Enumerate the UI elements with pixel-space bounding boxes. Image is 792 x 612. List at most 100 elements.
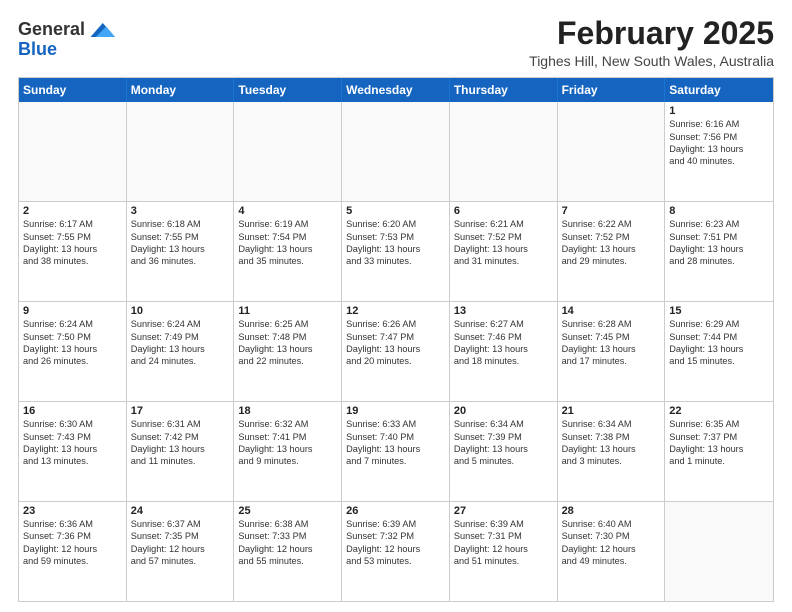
day-number-r2-c2: 11 (238, 305, 337, 317)
cell-text-r2-c0: Sunrise: 6:24 AM Sunset: 7:50 PM Dayligh… (23, 318, 122, 368)
cal-cell-r4-c3: 26Sunrise: 6:39 AM Sunset: 7:32 PM Dayli… (342, 502, 450, 601)
weekday-tuesday: Tuesday (234, 78, 342, 102)
cell-text-r1-c1: Sunrise: 6:18 AM Sunset: 7:55 PM Dayligh… (131, 218, 230, 268)
cal-row-1: 2Sunrise: 6:17 AM Sunset: 7:55 PM Daylig… (19, 201, 773, 301)
cell-text-r1-c2: Sunrise: 6:19 AM Sunset: 7:54 PM Dayligh… (238, 218, 337, 268)
cal-cell-r2-c4: 13Sunrise: 6:27 AM Sunset: 7:46 PM Dayli… (450, 302, 558, 401)
day-number-r3-c3: 19 (346, 405, 445, 417)
logo-icon (87, 16, 115, 44)
calendar-body: 1Sunrise: 6:16 AM Sunset: 7:56 PM Daylig… (19, 102, 773, 601)
day-number-r2-c6: 15 (669, 305, 769, 317)
cell-text-r3-c0: Sunrise: 6:30 AM Sunset: 7:43 PM Dayligh… (23, 418, 122, 468)
cal-cell-r2-c0: 9Sunrise: 6:24 AM Sunset: 7:50 PM Daylig… (19, 302, 127, 401)
day-number-r1-c4: 6 (454, 205, 553, 217)
cell-text-r1-c4: Sunrise: 6:21 AM Sunset: 7:52 PM Dayligh… (454, 218, 553, 268)
cal-row-0: 1Sunrise: 6:16 AM Sunset: 7:56 PM Daylig… (19, 102, 773, 201)
cal-cell-r1-c2: 4Sunrise: 6:19 AM Sunset: 7:54 PM Daylig… (234, 202, 342, 301)
cal-cell-r3-c1: 17Sunrise: 6:31 AM Sunset: 7:42 PM Dayli… (127, 402, 235, 501)
cal-cell-r1-c0: 2Sunrise: 6:17 AM Sunset: 7:55 PM Daylig… (19, 202, 127, 301)
cal-cell-r4-c2: 25Sunrise: 6:38 AM Sunset: 7:33 PM Dayli… (234, 502, 342, 601)
cal-row-4: 23Sunrise: 6:36 AM Sunset: 7:36 PM Dayli… (19, 501, 773, 601)
cal-cell-r4-c1: 24Sunrise: 6:37 AM Sunset: 7:35 PM Dayli… (127, 502, 235, 601)
cell-text-r2-c2: Sunrise: 6:25 AM Sunset: 7:48 PM Dayligh… (238, 318, 337, 368)
cal-row-3: 16Sunrise: 6:30 AM Sunset: 7:43 PM Dayli… (19, 401, 773, 501)
cal-cell-r0-c2 (234, 102, 342, 201)
day-number-r3-c6: 22 (669, 405, 769, 417)
day-number-r4-c1: 24 (131, 505, 230, 517)
cal-cell-r2-c6: 15Sunrise: 6:29 AM Sunset: 7:44 PM Dayli… (665, 302, 773, 401)
day-number-r2-c4: 13 (454, 305, 553, 317)
day-number-r3-c4: 20 (454, 405, 553, 417)
day-number-r4-c2: 25 (238, 505, 337, 517)
day-number-r3-c5: 21 (562, 405, 661, 417)
cell-text-r2-c6: Sunrise: 6:29 AM Sunset: 7:44 PM Dayligh… (669, 318, 769, 368)
day-number-r4-c0: 23 (23, 505, 122, 517)
cell-text-r2-c4: Sunrise: 6:27 AM Sunset: 7:46 PM Dayligh… (454, 318, 553, 368)
day-number-r2-c3: 12 (346, 305, 445, 317)
day-number-r1-c0: 2 (23, 205, 122, 217)
cell-text-r1-c6: Sunrise: 6:23 AM Sunset: 7:51 PM Dayligh… (669, 218, 769, 268)
cell-text-r4-c3: Sunrise: 6:39 AM Sunset: 7:32 PM Dayligh… (346, 518, 445, 568)
cell-text-r3-c5: Sunrise: 6:34 AM Sunset: 7:38 PM Dayligh… (562, 418, 661, 468)
cal-cell-r1-c1: 3Sunrise: 6:18 AM Sunset: 7:55 PM Daylig… (127, 202, 235, 301)
cell-text-r3-c1: Sunrise: 6:31 AM Sunset: 7:42 PM Dayligh… (131, 418, 230, 468)
page: General Blue February 2025 Tighes Hill, … (0, 0, 792, 612)
cell-text-r2-c3: Sunrise: 6:26 AM Sunset: 7:47 PM Dayligh… (346, 318, 445, 368)
cal-cell-r3-c6: 22Sunrise: 6:35 AM Sunset: 7:37 PM Dayli… (665, 402, 773, 501)
cell-text-r4-c2: Sunrise: 6:38 AM Sunset: 7:33 PM Dayligh… (238, 518, 337, 568)
cell-text-r0-c6: Sunrise: 6:16 AM Sunset: 7:56 PM Dayligh… (669, 118, 769, 168)
cal-cell-r3-c3: 19Sunrise: 6:33 AM Sunset: 7:40 PM Dayli… (342, 402, 450, 501)
logo-general-text: General (18, 20, 85, 40)
day-number-r3-c2: 18 (238, 405, 337, 417)
cal-cell-r1-c4: 6Sunrise: 6:21 AM Sunset: 7:52 PM Daylig… (450, 202, 558, 301)
weekday-sunday: Sunday (19, 78, 127, 102)
day-number-r4-c3: 26 (346, 505, 445, 517)
cal-cell-r0-c5 (558, 102, 666, 201)
cal-cell-r4-c5: 28Sunrise: 6:40 AM Sunset: 7:30 PM Dayli… (558, 502, 666, 601)
day-number-r1-c5: 7 (562, 205, 661, 217)
weekday-friday: Friday (558, 78, 666, 102)
cal-cell-r2-c1: 10Sunrise: 6:24 AM Sunset: 7:49 PM Dayli… (127, 302, 235, 401)
cal-cell-r3-c5: 21Sunrise: 6:34 AM Sunset: 7:38 PM Dayli… (558, 402, 666, 501)
day-number-r1-c1: 3 (131, 205, 230, 217)
cal-cell-r0-c0 (19, 102, 127, 201)
cal-cell-r4-c4: 27Sunrise: 6:39 AM Sunset: 7:31 PM Dayli… (450, 502, 558, 601)
cell-text-r3-c6: Sunrise: 6:35 AM Sunset: 7:37 PM Dayligh… (669, 418, 769, 468)
cal-cell-r2-c5: 14Sunrise: 6:28 AM Sunset: 7:45 PM Dayli… (558, 302, 666, 401)
day-number-r4-c5: 28 (562, 505, 661, 517)
cal-cell-r3-c2: 18Sunrise: 6:32 AM Sunset: 7:41 PM Dayli… (234, 402, 342, 501)
day-number-r2-c0: 9 (23, 305, 122, 317)
cal-cell-r3-c4: 20Sunrise: 6:34 AM Sunset: 7:39 PM Dayli… (450, 402, 558, 501)
day-number-r2-c5: 14 (562, 305, 661, 317)
cal-cell-r4-c0: 23Sunrise: 6:36 AM Sunset: 7:36 PM Dayli… (19, 502, 127, 601)
cell-text-r4-c0: Sunrise: 6:36 AM Sunset: 7:36 PM Dayligh… (23, 518, 122, 568)
header: General Blue February 2025 Tighes Hill, … (18, 16, 774, 69)
cal-row-2: 9Sunrise: 6:24 AM Sunset: 7:50 PM Daylig… (19, 301, 773, 401)
calendar-header: Sunday Monday Tuesday Wednesday Thursday… (19, 78, 773, 102)
cell-text-r1-c3: Sunrise: 6:20 AM Sunset: 7:53 PM Dayligh… (346, 218, 445, 268)
cal-cell-r0-c1 (127, 102, 235, 201)
day-number-r1-c6: 8 (669, 205, 769, 217)
day-number-r2-c1: 10 (131, 305, 230, 317)
location: Tighes Hill, New South Wales, Australia (529, 53, 774, 69)
cal-cell-r2-c3: 12Sunrise: 6:26 AM Sunset: 7:47 PM Dayli… (342, 302, 450, 401)
logo-blue-text: Blue (18, 39, 57, 59)
cal-cell-r0-c3 (342, 102, 450, 201)
cal-cell-r0-c6: 1Sunrise: 6:16 AM Sunset: 7:56 PM Daylig… (665, 102, 773, 201)
cal-cell-r3-c0: 16Sunrise: 6:30 AM Sunset: 7:43 PM Dayli… (19, 402, 127, 501)
day-number-r0-c6: 1 (669, 105, 769, 117)
cell-text-r1-c0: Sunrise: 6:17 AM Sunset: 7:55 PM Dayligh… (23, 218, 122, 268)
day-number-r1-c3: 5 (346, 205, 445, 217)
cell-text-r2-c5: Sunrise: 6:28 AM Sunset: 7:45 PM Dayligh… (562, 318, 661, 368)
weekday-monday: Monday (127, 78, 235, 102)
cal-cell-r1-c3: 5Sunrise: 6:20 AM Sunset: 7:53 PM Daylig… (342, 202, 450, 301)
cell-text-r3-c3: Sunrise: 6:33 AM Sunset: 7:40 PM Dayligh… (346, 418, 445, 468)
cell-text-r3-c2: Sunrise: 6:32 AM Sunset: 7:41 PM Dayligh… (238, 418, 337, 468)
day-number-r1-c2: 4 (238, 205, 337, 217)
day-number-r3-c0: 16 (23, 405, 122, 417)
cal-cell-r4-c6 (665, 502, 773, 601)
cal-cell-r1-c5: 7Sunrise: 6:22 AM Sunset: 7:52 PM Daylig… (558, 202, 666, 301)
title-block: February 2025 Tighes Hill, New South Wal… (529, 16, 774, 69)
cell-text-r1-c5: Sunrise: 6:22 AM Sunset: 7:52 PM Dayligh… (562, 218, 661, 268)
month-title: February 2025 (529, 16, 774, 51)
